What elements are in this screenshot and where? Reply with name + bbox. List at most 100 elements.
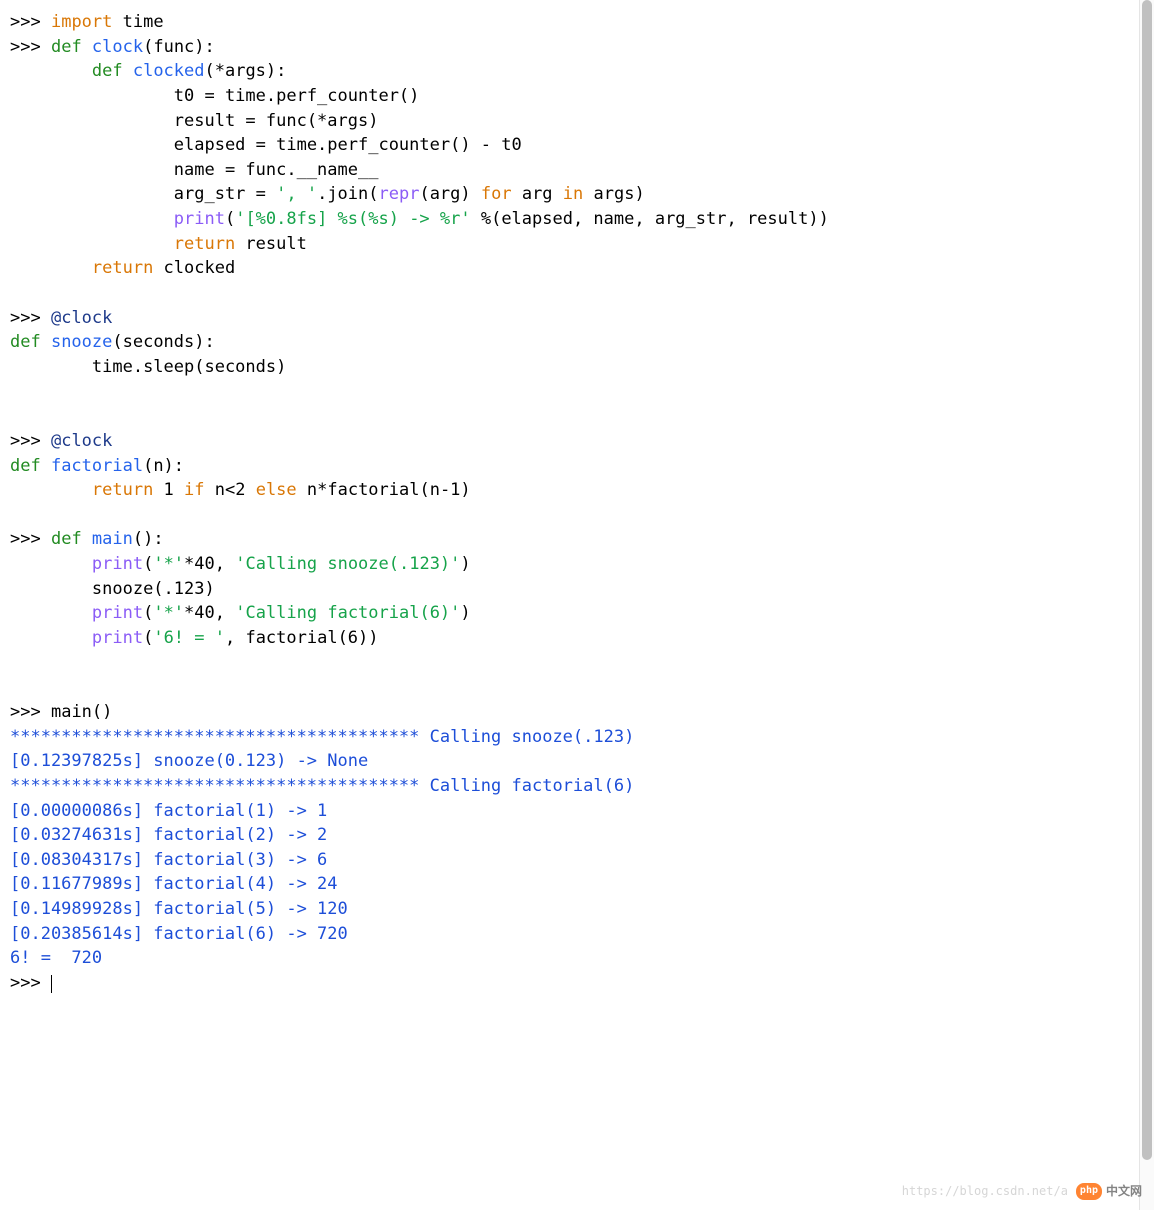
func-name: factorial [41,456,143,476]
scrollbar-thumb[interactable] [1142,0,1152,1160]
indent [10,234,174,254]
code-text: 1 [153,480,184,500]
string-literal: 'Calling factorial(6)' [235,603,460,623]
code-text: n*factorial(n-1) [297,480,471,500]
string-literal: '[%0.8fs] %s(%s) -> %r' [235,209,470,229]
params: (func): [143,37,215,57]
keyword-def: def [51,529,82,549]
string-literal: '*' [153,554,184,574]
code-text: , factorial(6)) [225,628,379,648]
keyword-for: for [481,184,512,204]
decorator: @clock [51,308,112,328]
indent [10,554,92,574]
keyword-if: if [184,480,204,500]
watermark-cn: 中文网 [1106,1183,1142,1200]
output-line: [0.12397825s] snooze(0.123) -> None [10,751,368,771]
indent [10,357,92,377]
keyword-else: else [256,480,297,500]
module-name: time [112,12,163,32]
scrollbar[interactable] [1139,0,1154,1210]
output-line: [0.11677989s] factorial(4) -> 24 [10,874,338,894]
output-line: [0.14989928s] factorial(5) -> 120 [10,899,348,919]
indent [10,258,92,278]
output-line: [0.20385614s] factorial(6) -> 720 [10,924,348,944]
keyword-def: def [51,37,82,57]
watermark: https://blog.csdn.net/a php 中文网 [902,1183,1142,1200]
code-text: (arg) [419,184,480,204]
params: (): [133,529,164,549]
code-text: n<2 [205,480,256,500]
output-line: ****************************************… [10,727,634,747]
builtin-call: print [174,209,225,229]
keyword-def: def [10,456,41,476]
params: (n): [143,456,184,476]
code-text: *40, [184,603,235,623]
prompt: >>> [10,12,41,32]
keyword-def: def [92,61,123,81]
rparen: ) [460,554,470,574]
watermark-url: https://blog.csdn.net/a [902,1183,1068,1200]
func-name: clock [82,37,143,57]
decorator: @clock [51,431,112,451]
code-text: result = func(*args) [174,111,379,131]
output-line: [0.08304317s] factorial(3) -> 6 [10,850,327,870]
code-text: time.sleep(seconds) [92,357,286,377]
builtin-call: print [92,603,143,623]
prompt: >>> [10,973,41,993]
code-text: args) [583,184,644,204]
string-literal: '*' [153,603,184,623]
code-text: arg [512,184,563,204]
code-text: *40, [184,554,235,574]
indent [10,209,174,229]
keyword-in: in [563,184,583,204]
lparen: ( [143,554,153,574]
output-line: 6! = 720 [10,948,102,968]
builtin-call: repr [379,184,420,204]
string-literal: ', ' [276,184,317,204]
indent [10,160,174,180]
prompt: >>> [10,308,41,328]
string-literal: '6! = ' [153,628,225,648]
code-text: snooze(.123) [92,579,215,599]
watermark-badge: php [1076,1183,1102,1200]
code-text: arg_str = [174,184,276,204]
indent [10,86,174,106]
lparen: ( [143,603,153,623]
keyword-return: return [174,234,235,254]
string-literal: 'Calling snooze(.123)' [235,554,460,574]
code-text: t0 = time.perf_counter() [174,86,420,106]
prompt: >>> [10,702,41,722]
func-name: snooze [41,332,113,352]
keyword-import: import [51,12,112,32]
indent [10,135,174,155]
params: (*args): [205,61,287,81]
builtin-call: print [92,628,143,648]
params: (seconds): [112,332,214,352]
output-line: [0.03274631s] factorial(2) -> 2 [10,825,327,845]
cursor-icon [51,975,52,993]
output-line: [0.00000086s] factorial(1) -> 1 [10,801,327,821]
indent [10,184,174,204]
code-text: %(elapsed, name, arg_str, result)) [471,209,829,229]
keyword-return: return [92,480,153,500]
code-text: elapsed = time.perf_counter() - t0 [174,135,522,155]
code-block: >>> import time >>> def clock(func): def… [10,10,1144,996]
prompt: >>> [10,529,41,549]
lparen: ( [143,628,153,648]
rparen: ) [460,603,470,623]
code-text: main() [51,702,112,722]
prompt: >>> [10,37,41,57]
code-text: result [235,234,307,254]
indent [10,61,92,81]
func-name: clocked [123,61,205,81]
lparen: ( [225,209,235,229]
code-text: .join( [317,184,378,204]
builtin-call: print [92,554,143,574]
keyword-def: def [10,332,41,352]
indent [10,628,92,648]
indent [10,480,92,500]
indent [10,579,92,599]
func-name: main [82,529,133,549]
code-text: clocked [153,258,235,278]
output-line: ****************************************… [10,776,634,796]
